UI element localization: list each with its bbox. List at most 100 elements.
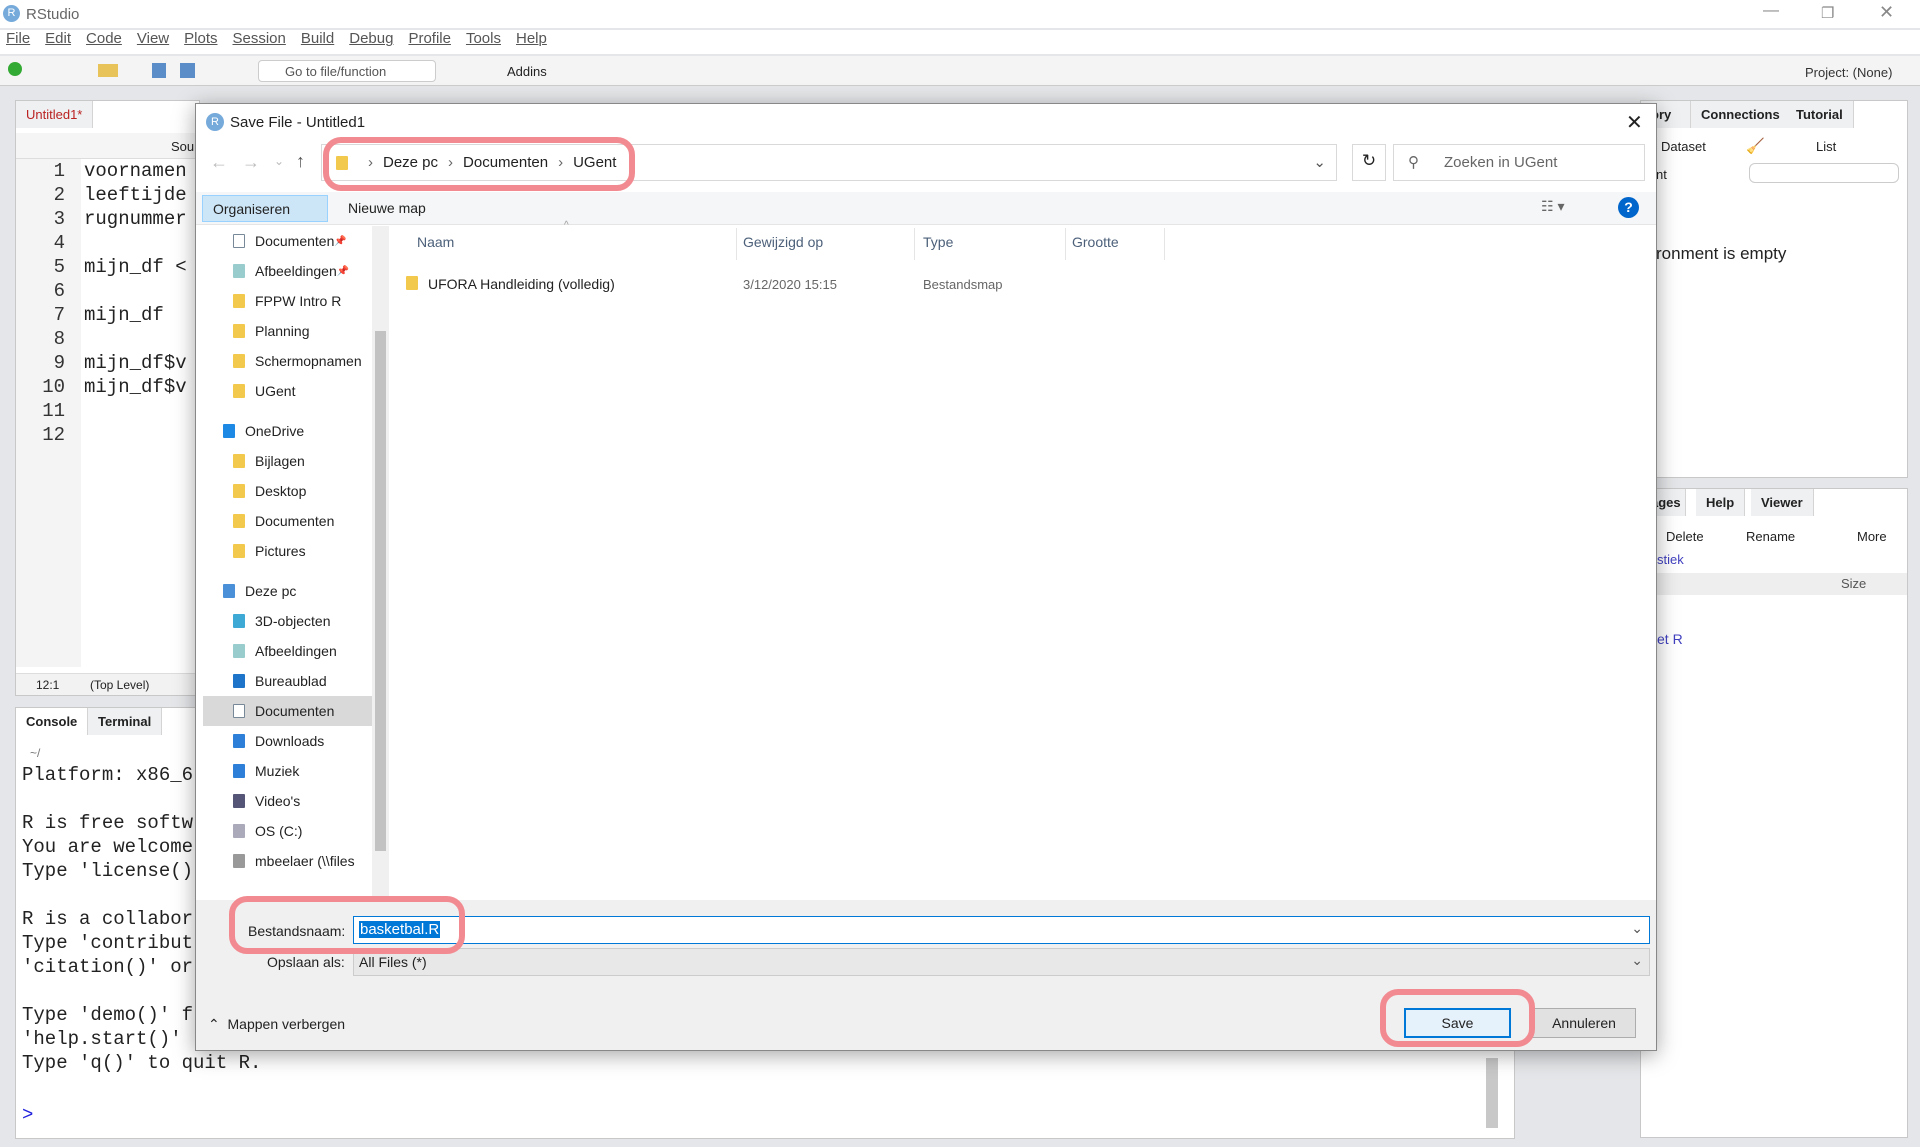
line-number: 12 [42, 424, 65, 446]
nav-scrollbar[interactable] [372, 226, 389, 998]
nav-item-deze-pc[interactable]: Deze pc [203, 576, 373, 606]
nav-item-onedrive[interactable]: OneDrive [203, 416, 373, 446]
menu-build[interactable]: Build [301, 30, 334, 54]
tab-terminal[interactable]: Terminal [88, 708, 163, 735]
nav-item-bijlagen[interactable]: Bijlagen [203, 446, 373, 476]
console-scrollbar[interactable] [1486, 1058, 1498, 1128]
menu-edit[interactable]: Edit [45, 30, 71, 54]
code-area[interactable]: voornamen leeftijde rugnummer mijn_df < mijn… [84, 159, 187, 447]
nav-item-downloads[interactable]: Downloads [203, 726, 373, 756]
hide-folders-toggle[interactable]: ⌃ Mappen verbergen [208, 1016, 345, 1033]
filename-input[interactable]: basketbal.R ⌄ [353, 916, 1650, 944]
file-link[interactable]: et R [1657, 631, 1683, 647]
forward-button[interactable]: → [242, 152, 260, 173]
console-prompt[interactable]: > [22, 1104, 33, 1126]
tab-connections[interactable]: Connections [1691, 101, 1791, 128]
menu-tools[interactable]: Tools [466, 30, 501, 54]
menu-plots[interactable]: Plots [184, 30, 217, 54]
save-icon[interactable] [152, 63, 166, 78]
doc-icon [233, 234, 245, 248]
nav-item-documenten[interactable]: Documenten 📌 [203, 226, 373, 256]
save-all-icon[interactable] [180, 63, 195, 78]
column-type[interactable]: Type [923, 234, 953, 250]
file-row[interactable]: UFORA Handleiding (volledig) 3/12/2020 1… [406, 272, 1206, 296]
menu-file[interactable]: File [6, 30, 30, 54]
environment-selector[interactable]: nt [1656, 167, 1667, 182]
search-icon: ⚲ [1408, 154, 1419, 171]
menu-code[interactable]: Code [86, 30, 122, 54]
size-column-header[interactable]: Size [1841, 576, 1866, 591]
environment-empty-message: ronment is empty [1656, 244, 1787, 263]
savetype-select[interactable]: All Files (*) ⌄ [353, 948, 1650, 976]
folder-icon [233, 324, 245, 338]
nav-item-fppw-intro-r[interactable]: FPPW Intro R [203, 286, 373, 316]
new-folder-button[interactable]: Nieuwe map [348, 200, 426, 216]
nav-item-muziek[interactable]: Muziek [203, 756, 373, 786]
nav-item-os-c-[interactable]: OS (C:) [203, 816, 373, 846]
nav-item-pictures[interactable]: Pictures [203, 536, 373, 566]
more-button[interactable]: More [1857, 529, 1887, 544]
list-view-button[interactable]: List [1816, 139, 1836, 154]
goto-file-input[interactable]: Go to file/function [258, 60, 436, 82]
nav-item-planning[interactable]: Planning [203, 316, 373, 346]
new-file-icon[interactable] [8, 62, 22, 76]
nav-item-afbeeldingen[interactable]: Afbeeldingen 📌 [203, 256, 373, 286]
tab-help[interactable]: Help [1696, 489, 1746, 516]
tab-console[interactable]: Console [16, 708, 89, 735]
addins-menu[interactable]: Addins [507, 64, 547, 79]
delete-button[interactable]: Delete [1666, 529, 1704, 544]
tab-viewer[interactable]: Viewer [1751, 489, 1814, 516]
editor-status-bar: 12:1 (Top Level) [16, 673, 201, 695]
nav-item-desktop[interactable]: Desktop [203, 476, 373, 506]
files-breadcrumb[interactable]: stiek [1657, 552, 1684, 567]
up-button[interactable]: ↑ [296, 151, 305, 172]
nav-item-documenten[interactable]: Documenten [203, 696, 373, 726]
nav-item-ugent[interactable]: UGent [203, 376, 373, 406]
close-window-button[interactable]: ✕ [1879, 2, 1894, 23]
search-input[interactable]: Zoeken in UGent [1393, 144, 1645, 181]
minimize-button[interactable]: — [1763, 2, 1779, 20]
menu-session[interactable]: Session [233, 30, 286, 54]
view-options-icon[interactable]: ☷ ▾ [1541, 198, 1564, 215]
help-icon[interactable]: ? [1618, 197, 1639, 218]
broom-icon[interactable]: 🧹 [1746, 137, 1765, 155]
nav-item-documenten[interactable]: Documenten [203, 506, 373, 536]
env-search-input[interactable] [1749, 163, 1899, 183]
organize-button[interactable]: Organiseren [202, 195, 328, 222]
cancel-button[interactable]: Annuleren [1532, 1008, 1636, 1038]
nav-item-video-s[interactable]: Video's [203, 786, 373, 816]
menu-view[interactable]: View [137, 30, 169, 54]
project-menu[interactable]: Project: (None) [1805, 65, 1892, 80]
import-dataset-button[interactable]: Dataset [1661, 139, 1706, 154]
back-button[interactable]: ← [210, 152, 228, 173]
restore-button[interactable]: ❐ [1821, 4, 1834, 22]
nav-item-label: Video's [255, 793, 301, 809]
code-line: mijn_df [84, 304, 164, 326]
nav-item-bureaublad[interactable]: Bureaublad [203, 666, 373, 696]
column-name[interactable]: Naam [417, 234, 454, 250]
menu-profile[interactable]: Profile [408, 30, 451, 54]
line-number: 10 [42, 376, 65, 398]
column-modified[interactable]: Gewijzigd op [743, 234, 823, 250]
menu-help[interactable]: Help [516, 30, 547, 54]
pictures-icon [233, 264, 245, 278]
dialog-close-button[interactable]: ✕ [1626, 110, 1643, 135]
tab-untitled1[interactable]: Untitled1* [16, 101, 94, 128]
source-on-save-label[interactable]: Sou [171, 139, 194, 154]
nav-item-3d-objecten[interactable]: 3D-objecten [203, 606, 373, 636]
tab-tutorial[interactable]: Tutorial [1786, 101, 1854, 128]
nav-item-schermopnamen[interactable]: Schermopnamen [203, 346, 373, 376]
refresh-button[interactable]: ↻ [1352, 144, 1386, 181]
address-dropdown-icon[interactable]: ⌄ [1313, 153, 1326, 171]
rename-button[interactable]: Rename [1746, 529, 1795, 544]
nav-item-afbeeldingen[interactable]: Afbeeldingen [203, 636, 373, 666]
code-line: leeftijde [84, 184, 187, 206]
scope-selector[interactable]: (Top Level) [90, 678, 149, 692]
recent-dropdown[interactable]: ⌄ [274, 154, 284, 168]
open-file-icon[interactable] [98, 64, 118, 77]
nav-item-mbeelaer-files[interactable]: mbeelaer (\\files [203, 846, 373, 876]
line-number: 1 [53, 160, 65, 182]
menu-debug[interactable]: Debug [349, 30, 393, 54]
doc-icon [233, 704, 245, 718]
column-size[interactable]: Grootte [1072, 234, 1119, 250]
